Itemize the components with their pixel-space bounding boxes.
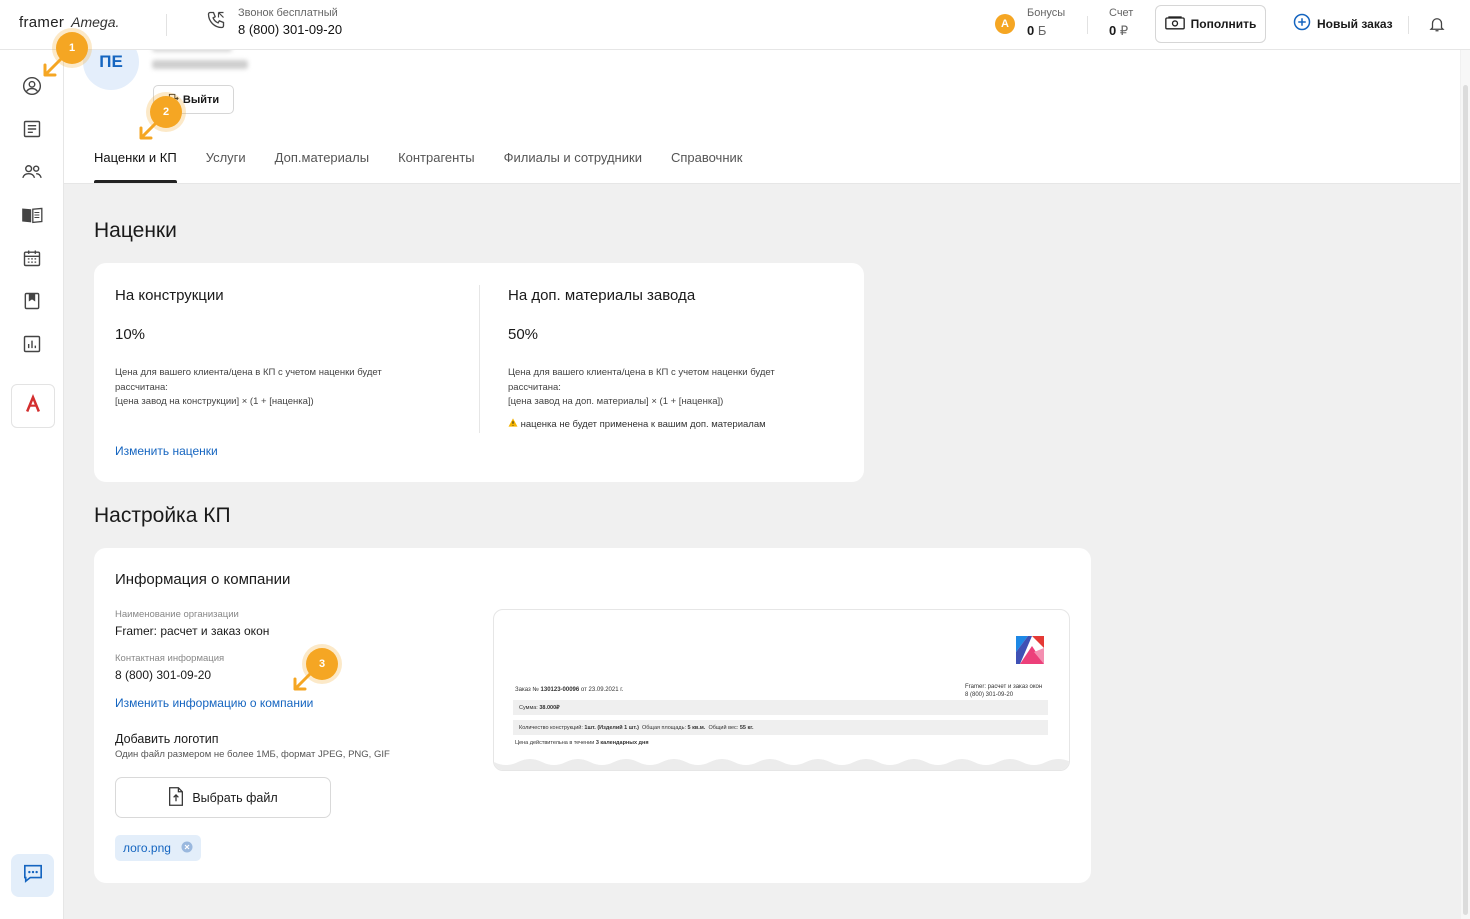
- phone-number: 8 (800) 301-09-20: [238, 22, 343, 37]
- tab-extra-materials[interactable]: Доп.материалы: [275, 150, 369, 183]
- materials-markup-description: Цена для вашего клиента/цена в КП с учет…: [508, 367, 775, 407]
- contact-label: Контактная информация: [115, 653, 225, 664]
- bookmark-icon[interactable]: [20, 289, 44, 313]
- plus-circle-icon: [1293, 13, 1311, 34]
- preview-sum-row: Сумма: 38.000₽: [513, 700, 1048, 715]
- topup-button[interactable]: Пополнить: [1155, 5, 1266, 43]
- org-name-label: Наименование организации: [115, 609, 239, 620]
- tab-markups-kp[interactable]: Наценки и КП: [94, 150, 177, 183]
- company-logo-preview-icon: [1016, 636, 1044, 664]
- add-logo-title: Добавить логотип: [115, 732, 219, 746]
- header-divider: [1087, 16, 1088, 34]
- bonus-coin-icon: A: [995, 14, 1015, 34]
- constructions-markup-value: 10%: [115, 326, 146, 343]
- choose-file-button[interactable]: Выбрать файл: [115, 777, 331, 818]
- phone-block[interactable]: Звонок бесплатный 8 (800) 301-09-20: [206, 7, 342, 37]
- partner-name: Amega.: [71, 14, 120, 30]
- settings-tabs: Наценки и КП Услуги Доп.материалы Контра…: [94, 150, 771, 183]
- account-value: 0 ₽: [1109, 23, 1129, 38]
- org-name-value: Framer: расчет и заказ окон: [115, 624, 270, 638]
- header-divider: [166, 14, 167, 36]
- markups-card: На конструкции 10% Цена для вашего клиен…: [94, 263, 864, 482]
- company-info-title: Информация о компании: [115, 571, 291, 588]
- catalog-book-icon[interactable]: [20, 203, 44, 227]
- add-logo-hint: Один файл размером не более 1МБ, формат …: [115, 749, 390, 760]
- uploaded-file-chip[interactable]: лого.png: [115, 835, 201, 861]
- markups-section-title: Наценки: [94, 219, 177, 242]
- materials-markup-title: На доп. материалы завода: [508, 287, 696, 304]
- clients-icon[interactable]: [20, 160, 44, 184]
- remove-file-icon[interactable]: [181, 841, 193, 856]
- preview-order-line: Заказ № 130123-00096 от 23.09.2021 г.: [515, 687, 624, 693]
- tutorial-arrow-1: [43, 56, 64, 77]
- tutorial-arrow-2: [139, 119, 160, 140]
- account-label: Счет: [1109, 7, 1134, 19]
- file-name: лого.png: [123, 841, 171, 855]
- tab-services[interactable]: Услуги: [206, 150, 246, 183]
- amega-app-button[interactable]: [11, 384, 55, 428]
- account-block[interactable]: Счет 0 ₽: [1109, 7, 1133, 39]
- new-order-button[interactable]: Новый заказ: [1293, 13, 1393, 34]
- preview-torn-edge: [494, 759, 1069, 770]
- orders-icon[interactable]: [20, 117, 44, 141]
- materials-markup-value: 50%: [508, 326, 539, 343]
- edit-markups-link[interactable]: Изменить наценки: [115, 444, 218, 458]
- preview-validity-line: Цена действительна в течении 3 календарн…: [515, 740, 649, 746]
- user-email-blurred: [152, 60, 248, 69]
- new-order-label: Новый заказ: [1317, 16, 1393, 31]
- logout-label: Выйти: [182, 93, 220, 106]
- scrollbar-thumb[interactable]: [1463, 85, 1468, 915]
- warning-icon: [508, 418, 521, 430]
- materials-warning: наценка не будет применена к вашим доп. …: [508, 418, 766, 430]
- phone-label: Звонок бесплатный: [238, 7, 338, 19]
- app-logo[interactable]: framer Amega.: [19, 14, 119, 31]
- bonus-block[interactable]: A Бонусы 0 Б: [995, 7, 1065, 38]
- bonus-label: Бонусы: [1027, 7, 1066, 19]
- brand-name: framer: [19, 14, 65, 31]
- page-scrollbar[interactable]: [1461, 50, 1470, 919]
- bell-icon[interactable]: [1428, 14, 1446, 39]
- calendar-icon[interactable]: [20, 246, 44, 270]
- bonus-value: 0 Б: [1027, 23, 1047, 38]
- kp-preview: Framer: расчет и заказ окон 8 (800) 301-…: [493, 609, 1070, 771]
- company-info-card: Информация о компании Наименование орган…: [94, 548, 1091, 883]
- edit-company-info-link[interactable]: Изменить информацию о компании: [115, 696, 313, 710]
- topup-label: Пополнить: [1190, 17, 1257, 31]
- tab-reference[interactable]: Справочник: [671, 150, 743, 183]
- file-upload-icon: [168, 786, 184, 809]
- preview-company-info: Framer: расчет и заказ окон 8 (800) 301-…: [965, 684, 1043, 698]
- amega-logo-icon: [23, 393, 43, 419]
- chat-support-button[interactable]: [11, 854, 54, 897]
- phone-icon: [206, 10, 226, 35]
- contact-value: 8 (800) 301-09-20: [115, 668, 212, 682]
- tab-counterparties[interactable]: Контрагенты: [398, 150, 475, 183]
- tutorial-arrow-3: [293, 670, 314, 691]
- constructions-markup-description: Цена для вашего клиента/цена в КП с учет…: [115, 367, 382, 407]
- choose-file-label: Выбрать файл: [192, 790, 278, 805]
- header-divider: [1408, 16, 1409, 34]
- constructions-markup-title: На конструкции: [115, 287, 224, 304]
- kp-section-title: Настройка КП: [94, 504, 231, 527]
- reports-chart-icon[interactable]: [20, 332, 44, 356]
- preview-details-row: Количество конструкций: 1шт. (Изделий 1 …: [513, 720, 1048, 735]
- column-divider: [479, 285, 480, 433]
- top-header: framer Amega. Звонок бесплатный 8 (800) …: [0, 0, 1470, 50]
- chat-icon: [22, 863, 44, 888]
- left-sidebar: [0, 50, 64, 919]
- cash-icon: [1164, 15, 1185, 34]
- tab-branches-employees[interactable]: Филиалы и сотрудники: [504, 150, 642, 183]
